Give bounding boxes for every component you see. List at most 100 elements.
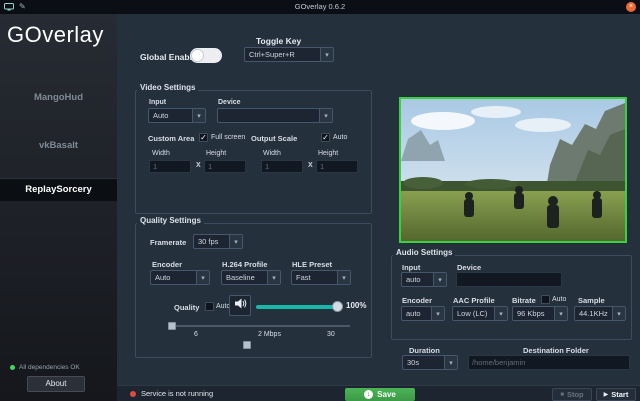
toggle-key-dropdown[interactable]: Ctrl+Super+R ▾	[244, 47, 334, 62]
slider-mid-label: 2 Mbps	[258, 331, 281, 338]
bitrate-dropdown[interactable]: 96 Kbps ▾	[512, 306, 568, 321]
h264-profile-value: Baseline	[222, 271, 267, 284]
stop-button[interactable]: ■ Stop	[552, 388, 592, 401]
start-button[interactable]: ▶ Start	[596, 388, 636, 401]
video-settings-title: Video Settings	[137, 83, 198, 92]
volume-button[interactable]	[229, 295, 251, 316]
chevron-down-icon[interactable]: ▾	[196, 271, 209, 284]
output-scale-auto-label: Auto	[333, 134, 347, 141]
h264-profile-dropdown[interactable]: Baseline ▾	[221, 270, 281, 285]
slider-min-label: 6	[194, 331, 198, 338]
slider-max-label: 30	[327, 331, 335, 338]
bitrate-value: 96 Kbps	[513, 307, 554, 320]
about-button[interactable]: About	[27, 376, 85, 392]
volume-slider-handle[interactable]	[332, 301, 343, 312]
custom-area-label: Custom Area	[148, 134, 194, 143]
full-screen-checkbox[interactable]: ✓	[199, 133, 208, 142]
framerate-value: 30 fps	[194, 235, 229, 248]
chevron-down-icon[interactable]: ▾	[444, 356, 457, 369]
chevron-down-icon[interactable]: ▾	[337, 271, 350, 284]
bitrate-auto-checkbox[interactable]	[541, 295, 550, 304]
sample-rate-value: 44.1KHz	[575, 307, 612, 320]
framerate-label: Framerate	[150, 238, 186, 247]
chevron-down-icon[interactable]: ▾	[319, 109, 332, 122]
quality-settings-title: Quality Settings	[137, 216, 204, 225]
scale-width-label: Width	[263, 150, 281, 157]
audio-device-field[interactable]	[456, 272, 562, 287]
scale-width-field[interactable]: 1	[261, 160, 303, 173]
volume-slider[interactable]	[256, 305, 338, 309]
sidebar-item-replaysorcery[interactable]: ReplaySorcery	[0, 178, 117, 201]
play-icon: ▶	[604, 391, 609, 398]
custom-height-field[interactable]: 1	[204, 160, 246, 173]
output-scale-label: Output Scale	[251, 134, 297, 143]
service-status-dot	[130, 391, 136, 397]
toggle-knob	[191, 49, 204, 62]
speaker-icon	[234, 297, 247, 315]
status-ok-dot	[10, 365, 15, 370]
chevron-down-icon[interactable]: ▾	[494, 307, 507, 320]
full-screen-label: Full screen	[211, 134, 245, 141]
custom-height-label: Height	[206, 150, 226, 157]
framerate-dropdown[interactable]: 30 fps ▾	[193, 234, 243, 249]
hle-preset-value: Fast	[292, 271, 337, 284]
save-arrow-icon: ↓	[364, 390, 373, 399]
bitrate-slider-track[interactable]	[172, 325, 350, 327]
chevron-down-icon[interactable]: ▾	[612, 307, 625, 320]
audio-encoder-dropdown[interactable]: auto ▾	[401, 306, 445, 321]
duration-value: 30s	[403, 356, 444, 369]
aac-profile-label: AAC Profile	[453, 296, 495, 305]
hle-preset-dropdown[interactable]: Fast ▾	[291, 270, 351, 285]
checkbox-checked-icon: ✓	[200, 133, 207, 142]
volume-value: 100%	[346, 301, 366, 310]
goverlay-window: ✎ GOverlay 0.6.2 × GOverlay MangoHud vkB…	[0, 0, 640, 401]
video-device-value	[218, 109, 319, 122]
dependencies-label: All dependencies OK	[19, 364, 80, 371]
chevron-down-icon[interactable]: ▾	[267, 271, 280, 284]
aac-profile-value: Low (LC)	[453, 307, 494, 320]
audio-encoder-label: Encoder	[402, 296, 432, 305]
aac-profile-dropdown[interactable]: Low (LC) ▾	[452, 306, 508, 321]
audio-input-dropdown[interactable]: auto ▾	[401, 272, 447, 287]
custom-width-field[interactable]: 1	[149, 160, 191, 173]
video-input-value: Auto	[149, 109, 192, 122]
toggle-key-label: Toggle Key	[256, 36, 301, 46]
custom-width-label: Width	[152, 150, 170, 157]
save-button[interactable]: ↓ Save	[345, 388, 415, 401]
audio-input-value: auto	[402, 273, 433, 286]
quality-auto-checkbox[interactable]	[205, 302, 214, 311]
bitrate-slider-handle-high[interactable]	[243, 341, 251, 349]
service-status-text: Service is not running	[141, 389, 213, 398]
duration-dropdown[interactable]: 30s ▾	[402, 355, 458, 370]
chevron-down-icon[interactable]: ▾	[320, 48, 333, 61]
encoder-value: Auto	[151, 271, 196, 284]
quality-label: Quality	[174, 303, 199, 312]
scale-height-label: Height	[318, 150, 338, 157]
output-scale-auto-checkbox[interactable]: ✓	[321, 133, 330, 142]
chevron-down-icon[interactable]: ▾	[433, 273, 446, 286]
destination-folder-label: Destination Folder	[523, 346, 589, 355]
dimension-separator: X	[308, 162, 313, 169]
scale-height-field[interactable]: 1	[316, 160, 358, 173]
video-device-dropdown[interactable]: ▾	[217, 108, 333, 123]
encoder-dropdown[interactable]: Auto ▾	[150, 270, 210, 285]
video-input-dropdown[interactable]: Auto ▾	[148, 108, 206, 123]
sidebar-item-mangohud[interactable]: MangoHud	[0, 86, 117, 109]
close-button[interactable]: ×	[626, 2, 636, 12]
encoder-label: Encoder	[152, 260, 182, 269]
chevron-down-icon[interactable]: ▾	[192, 109, 205, 122]
bitrate-slider-handle-low[interactable]	[168, 322, 176, 330]
capture-preview-image	[399, 97, 627, 243]
sidebar: GOverlay MangoHud vkBasalt ReplaySorcery…	[0, 14, 117, 401]
sample-rate-dropdown[interactable]: 44.1KHz ▾	[574, 306, 626, 321]
chevron-down-icon[interactable]: ▾	[431, 307, 444, 320]
h264-profile-label: H.264 Profile	[222, 260, 267, 269]
checkbox-checked-icon: ✓	[322, 133, 329, 142]
chevron-down-icon[interactable]: ▾	[229, 235, 242, 248]
destination-folder-field[interactable]: /home/benjamin	[468, 355, 630, 370]
dimension-separator: X	[196, 162, 201, 169]
sidebar-item-vkbasalt[interactable]: vkBasalt	[0, 134, 117, 157]
chevron-down-icon[interactable]: ▾	[554, 307, 567, 320]
audio-encoder-value: auto	[402, 307, 431, 320]
global-enable-toggle[interactable]	[190, 48, 222, 63]
